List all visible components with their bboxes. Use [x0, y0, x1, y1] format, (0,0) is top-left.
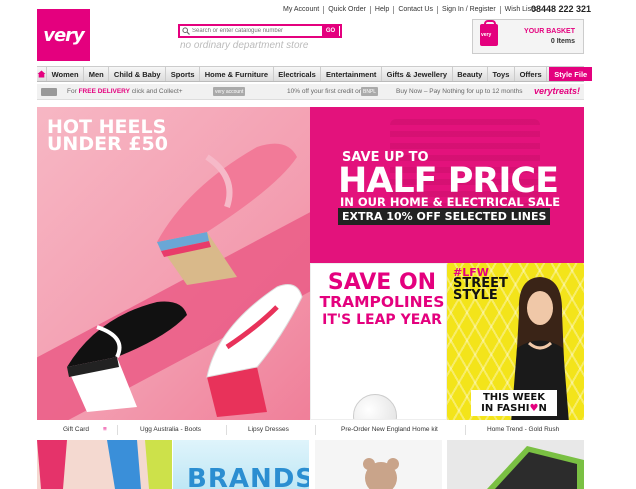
nav-beauty[interactable]: Beauty: [453, 67, 488, 81]
basket[interactable]: very YOUR BASKET 0 Items: [472, 19, 584, 54]
credit-promo[interactable]: 10% off your first credit order: [287, 88, 370, 95]
strip-divider: [226, 425, 227, 435]
top-links: My Account Quick Order Help Contact Us S…: [283, 6, 541, 14]
search-bar: GO: [178, 24, 342, 38]
main-nav: Women Men Child & Baby Sports Home & Fur…: [37, 66, 593, 82]
brands-tile[interactable]: BRANDS: [173, 440, 309, 489]
search-go-button[interactable]: GO: [322, 26, 339, 36]
delivery-prefix: For: [67, 88, 77, 95]
very-treats-logo[interactable]: verytreats!: [534, 86, 580, 96]
new-england-kit-link[interactable]: Pre-Order New England Home kit: [341, 426, 438, 433]
nav-electricals[interactable]: Electricals: [274, 67, 322, 81]
nav-women[interactable]: Women: [47, 67, 85, 81]
sign-in-register-link[interactable]: Sign In / Register: [438, 6, 501, 14]
gift-card-icon: ≡: [103, 426, 107, 433]
laptop-image: [487, 446, 584, 489]
free-delivery-promo[interactable]: For FREE DELIVERY click and Collect+: [67, 88, 183, 95]
tagline: no ordinary department store: [180, 40, 309, 51]
nav-men[interactable]: Men: [84, 67, 110, 81]
home-trend-gold-rush-link[interactable]: Home Trend - Gold Rush: [487, 426, 559, 433]
half-price-line3: IN OUR HOME & ELECTRICAL SALE: [340, 195, 561, 209]
teddy-bear-image: [363, 458, 399, 489]
phone-number: 08448 222 321: [531, 4, 592, 14]
delivery-truck-icon: [41, 88, 57, 96]
fashion-line2-start: IN FASHI: [481, 403, 530, 414]
lfw-street-style-banner[interactable]: #LFW STREET STYLE THIS WEEK IN FASHI♥N: [447, 263, 584, 420]
very-account-chip: very account: [213, 87, 246, 96]
half-price-line4: EXTRA 10% OFF SELECTED LINES: [338, 208, 551, 225]
basket-bag-icon: very: [480, 20, 498, 46]
delivery-suffix: click and Collect+: [131, 88, 183, 95]
my-account-link[interactable]: My Account: [283, 6, 325, 14]
nav-home-furniture[interactable]: Home & Furniture: [200, 67, 274, 81]
nav-gifts-jewellery[interactable]: Gifts & Jewellery: [382, 67, 453, 81]
nav-entertainment[interactable]: Entertainment: [321, 67, 383, 81]
red-white-wedge-shoe-image: [206, 284, 303, 417]
bnpl-chip: BNPL: [361, 87, 379, 96]
trampolines-line1: SAVE ON: [327, 270, 437, 295]
strip-divider: [465, 425, 466, 435]
fashion-line2-end: N: [538, 403, 547, 414]
trampolines-banner[interactable]: SAVE ON TRAMPOLINES IT'S LEAP YEAR: [310, 263, 447, 420]
gift-card-link[interactable]: Gift Card: [63, 426, 89, 433]
fashion-tile[interactable]: [37, 440, 172, 489]
quick-links-strip: Gift Card ≡ Ugg Australia - Boots Lipsy …: [37, 423, 584, 437]
nav-toys[interactable]: Toys: [488, 67, 515, 81]
black-white-wedge-shoe-image: [67, 301, 187, 412]
nav-style-file[interactable]: Style File: [549, 67, 593, 81]
brands-heading: BRANDS: [187, 464, 309, 489]
fashion-line1: THIS WEEK: [482, 392, 546, 403]
this-week-in-fashion: THIS WEEK IN FASHI♥N: [471, 390, 557, 416]
nav-child-baby[interactable]: Child & Baby: [109, 67, 167, 81]
free-delivery-text: FREE DELIVERY: [78, 88, 130, 95]
nav-sports[interactable]: Sports: [166, 67, 201, 81]
lipsy-dresses-link[interactable]: Lipsy Dresses: [248, 426, 289, 433]
basket-count: 0 Items: [550, 38, 575, 45]
very-logo[interactable]: very: [37, 9, 90, 61]
quick-order-link[interactable]: Quick Order: [324, 6, 371, 14]
strip-divider: [315, 425, 316, 435]
basket-bag-text: very: [481, 32, 492, 38]
contact-us-link[interactable]: Contact Us: [394, 6, 438, 14]
search-icon: [180, 27, 192, 35]
trampolines-line2: TRAMPOLINES: [319, 293, 445, 311]
search-input[interactable]: [192, 26, 322, 36]
trampolines-line3: IT'S LEAP YEAR: [322, 312, 442, 328]
pink-wedge-shoe-image: [157, 143, 297, 285]
promo-bar: For FREE DELIVERY click and Collect+ ver…: [37, 84, 584, 100]
strip-divider: [117, 425, 118, 435]
fashion-line2: IN FASHI♥N: [471, 403, 557, 414]
nav-offers[interactable]: Offers: [515, 67, 548, 81]
legs-image: [37, 440, 172, 489]
ugg-boots-link[interactable]: Ugg Australia - Boots: [140, 426, 201, 433]
bnpl-promo[interactable]: Buy Now – Pay Nothing for up to 12 month…: [396, 88, 522, 95]
home-icon[interactable]: [37, 67, 47, 81]
half-price-sale-banner[interactable]: SAVE UP TO HALF PRICE IN OUR HOME & ELEC…: [310, 107, 584, 263]
ball-image: [353, 394, 397, 419]
toys-tile[interactable]: [315, 440, 442, 489]
trampolines-text: SAVE ON TRAMPOLINES IT'S LEAP YEAR: [319, 272, 445, 328]
basket-title: YOUR BASKET: [524, 28, 575, 35]
help-link[interactable]: Help: [371, 6, 395, 14]
logo-text: very: [43, 24, 85, 46]
hot-heels-banner[interactable]: HOT HEELS UNDER £50: [37, 107, 310, 420]
electricals-tile[interactable]: [447, 440, 584, 489]
lfw-title: STREET STYLE: [453, 276, 508, 303]
